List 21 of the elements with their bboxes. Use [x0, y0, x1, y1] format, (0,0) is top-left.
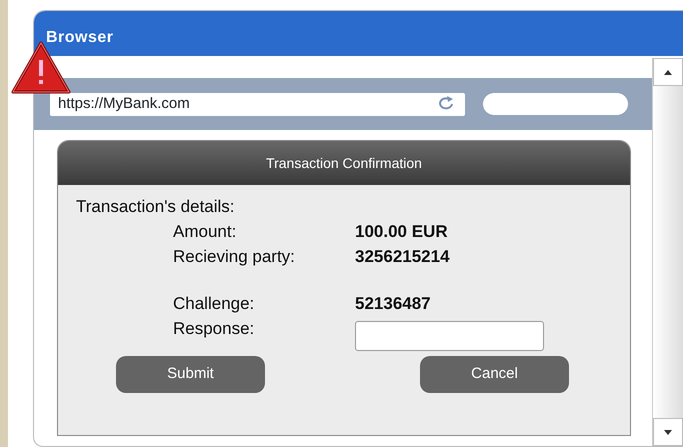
field-label: Challenge: [173, 293, 256, 315]
submit-button[interactable]: Submit [116, 356, 265, 393]
field-value: 3256215214 [355, 246, 450, 268]
scroll-up-button[interactable] [653, 58, 683, 86]
dialog-title: Transaction Confirmation [58, 141, 630, 185]
scroll-down-button[interactable] [653, 418, 683, 446]
cancel-button[interactable]: Cancel [420, 356, 569, 393]
field-value: 100.00 EUR [355, 221, 448, 243]
field-label: Amount: [173, 221, 238, 243]
response-field[interactable] [355, 321, 544, 351]
challenge-code: 52136487 [355, 293, 431, 315]
url-text: https://MyBank.com [58, 94, 191, 114]
search-field[interactable] [483, 93, 628, 115]
scrollbar[interactable] [652, 58, 683, 446]
details-heading: Transaction's details: [76, 196, 236, 218]
down-arrow-icon [664, 430, 672, 434]
up-arrow-icon [664, 70, 672, 74]
field-label: Recieving party: [173, 246, 296, 268]
field-label: Response: [173, 318, 256, 340]
address-field[interactable]: https://MyBank.com [50, 92, 465, 116]
window-title: Browser [46, 30, 115, 46]
